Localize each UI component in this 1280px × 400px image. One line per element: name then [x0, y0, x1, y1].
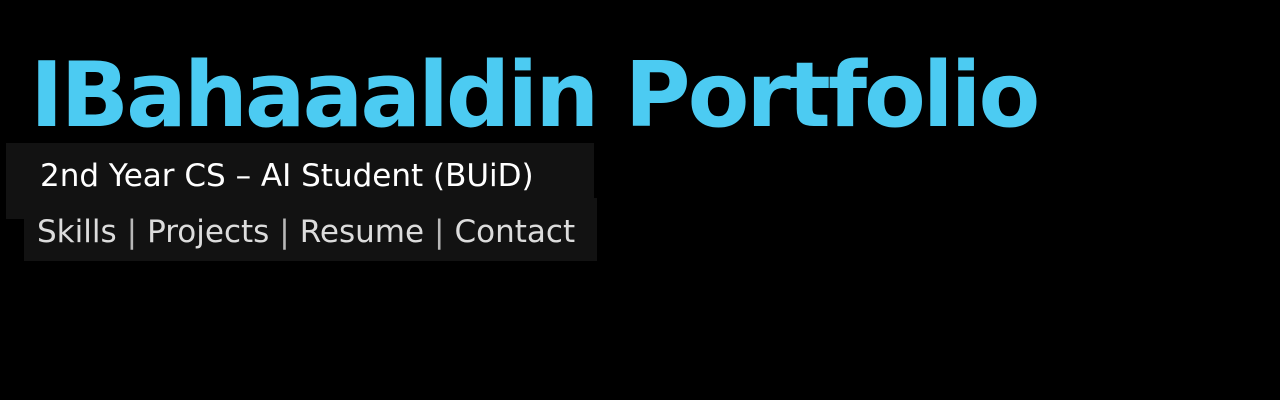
- page: IBahaaaldin Portfolio 2nd Year CS – AI S…: [0, 0, 1280, 400]
- page-subtitle: 2nd Year CS – AI Student (BUiD): [40, 158, 534, 194]
- nav-link-resume[interactable]: Resume: [300, 212, 424, 252]
- page-title: IBahaaaldin Portfolio: [30, 43, 1040, 148]
- nav-link-projects[interactable]: Projects: [147, 212, 269, 252]
- nav-separator: |: [279, 214, 290, 250]
- nav-separator: |: [434, 214, 445, 250]
- nav-link-skills[interactable]: Skills: [37, 212, 117, 252]
- main-nav: Skills | Projects | Resume | Contact: [37, 212, 575, 252]
- nav-link-contact[interactable]: Contact: [455, 212, 576, 252]
- nav-separator: |: [126, 214, 138, 250]
